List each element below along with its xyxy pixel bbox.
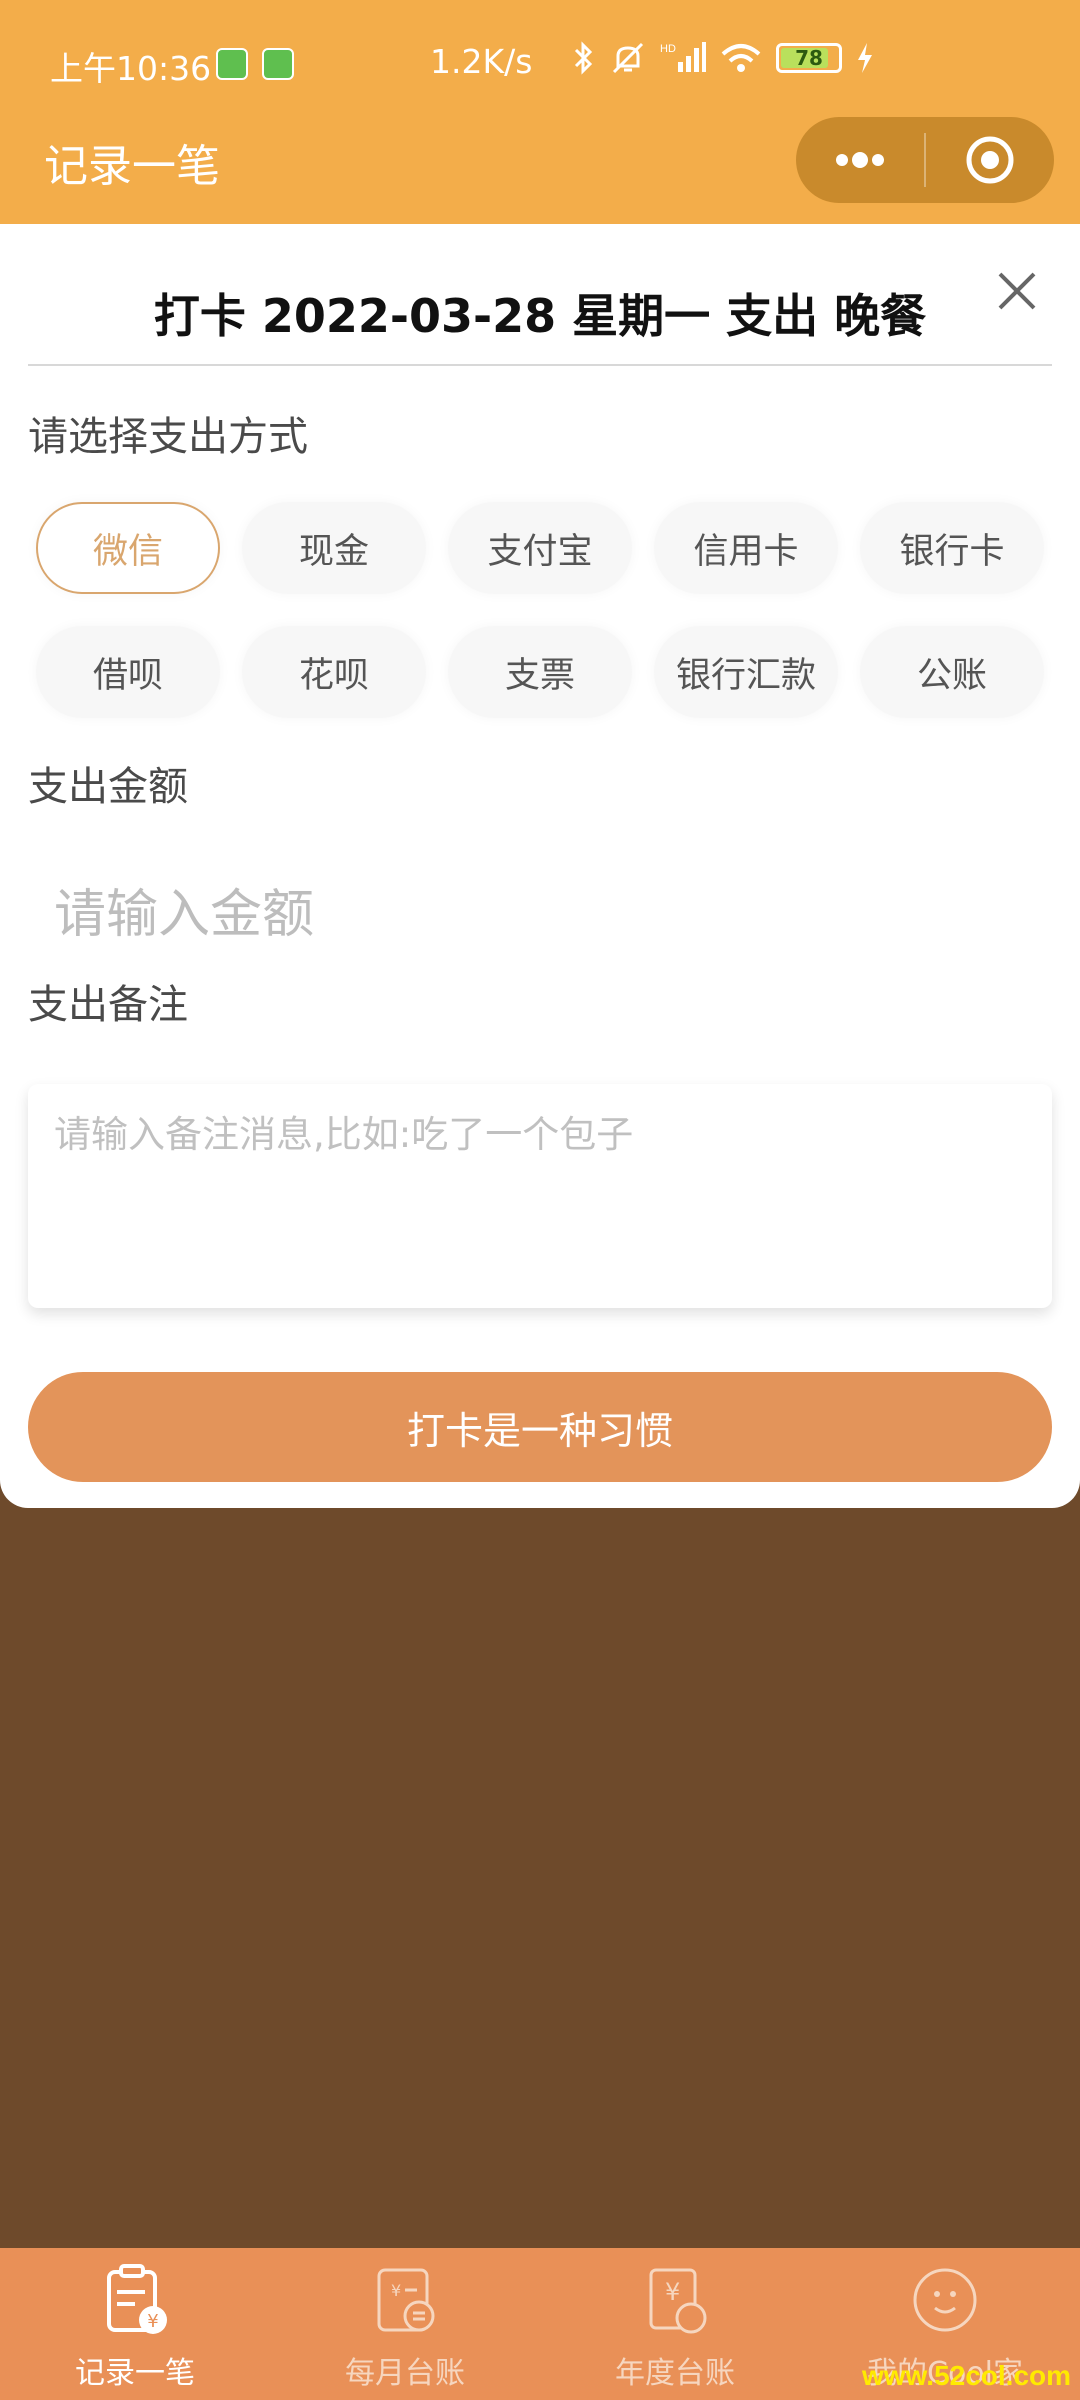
battery-level: 78	[795, 46, 823, 70]
method-label: 请选择支出方式	[28, 414, 308, 460]
more-button[interactable]	[796, 117, 924, 203]
app-header: 上午10:36 1.2K/s HD 78 记录一笔	[0, 0, 1080, 224]
signal-icon: HD	[660, 42, 706, 72]
smile-face-icon	[913, 2268, 977, 2332]
bluetooth-icon	[574, 41, 593, 75]
battery-icon: 78	[776, 43, 842, 73]
miniprogram-capsule	[796, 117, 1054, 203]
method-chip-huabei[interactable]: 花呗	[242, 626, 426, 718]
charging-icon	[858, 43, 872, 73]
amount-input[interactable]: 请输入金额	[54, 872, 314, 947]
method-chip-public-account[interactable]: 公账	[860, 626, 1044, 718]
status-bar: 上午10:36 1.2K/s HD 78	[0, 0, 1080, 120]
method-chip-wechat[interactable]: 微信	[36, 502, 220, 594]
remark-label: 支出备注	[28, 982, 188, 1028]
calculator-icon: ¥	[377, 2268, 435, 2332]
mute-icon	[612, 42, 644, 74]
more-icon	[836, 152, 884, 168]
page-title: 记录一笔	[44, 141, 220, 192]
payment-method-list: 微信 现金 支付宝 信用卡 银行卡 借呗 花呗 支票 银行汇款 公账	[36, 502, 1046, 750]
record-icon: ¥	[107, 2264, 167, 2334]
network-speed: 1.2K/s	[430, 42, 533, 81]
notification-app-icon	[262, 48, 294, 80]
svg-text:¥: ¥	[665, 2278, 680, 2306]
record-card: 打卡 2022-03-28 星期一 支出 晚餐 请选择支出方式 微信 现金 支付…	[0, 224, 1080, 1508]
method-chip-credit-card[interactable]: 信用卡	[654, 502, 838, 594]
tab-record[interactable]: ¥ 记录一笔	[0, 2248, 270, 2400]
system-icons: HD 78	[572, 40, 874, 76]
tab-yearly[interactable]: ¥ 年度台账	[540, 2248, 810, 2400]
wifi-icon	[721, 44, 761, 72]
method-chip-alipay[interactable]: 支付宝	[448, 502, 632, 594]
remark-placeholder: 请输入备注消息,比如:吃了一个包子	[54, 1113, 634, 1156]
submit-button[interactable]: 打卡是一种习惯	[28, 1372, 1052, 1482]
payment-method-row: 微信 现金 支付宝 信用卡 银行卡	[36, 502, 1046, 594]
close-icon[interactable]	[994, 268, 1040, 314]
yearly-ledger-icon: ¥	[649, 2268, 707, 2334]
method-chip-bank-card[interactable]: 银行卡	[860, 502, 1044, 594]
method-chip-jiebei[interactable]: 借呗	[36, 626, 220, 718]
title-divider	[28, 364, 1052, 366]
amount-label: 支出金额	[28, 764, 188, 810]
target-icon	[966, 136, 1014, 184]
method-chip-cheque[interactable]: 支票	[448, 626, 632, 718]
watermark: www.52col.com	[862, 2360, 1072, 2391]
card-title: 打卡 2022-03-28 星期一 支出 晚餐	[153, 289, 927, 343]
svg-text:HD: HD	[660, 43, 676, 55]
tab-label: 年度台账	[615, 2356, 735, 2391]
method-chip-cash[interactable]: 现金	[242, 502, 426, 594]
svg-text:¥: ¥	[391, 2281, 401, 2300]
notification-app-icon	[216, 48, 248, 80]
status-time: 上午10:36	[50, 49, 212, 88]
tab-label: 每月台账	[345, 2356, 465, 2391]
tab-label: 记录一笔	[75, 2356, 195, 2391]
exit-button[interactable]	[926, 117, 1054, 203]
svg-text:¥: ¥	[147, 2311, 158, 2332]
payment-method-row: 借呗 花呗 支票 银行汇款 公账	[36, 626, 1046, 718]
method-chip-bank-transfer[interactable]: 银行汇款	[654, 626, 838, 718]
remark-textarea[interactable]: 请输入备注消息,比如:吃了一个包子	[28, 1084, 1052, 1308]
tab-monthly[interactable]: ¥ 每月台账	[270, 2248, 540, 2400]
